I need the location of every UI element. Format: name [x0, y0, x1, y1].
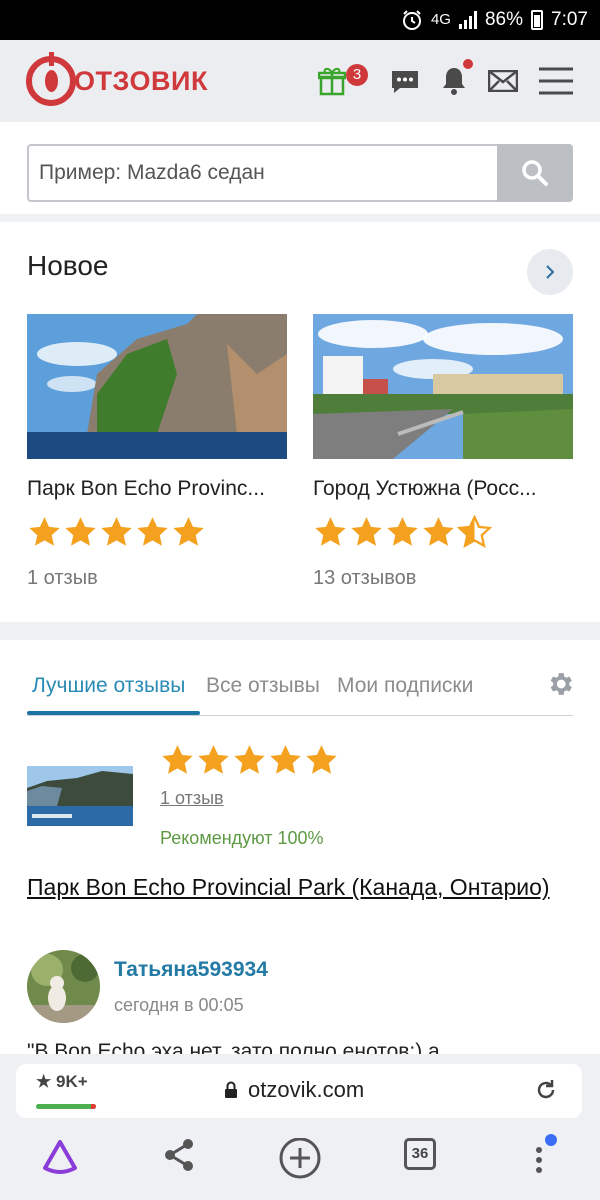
alarm-icon	[402, 10, 421, 30]
new-item-card[interactable]: Город Устюжна (Росс... 13 отзывов	[313, 314, 573, 590]
battery-percent: 86%	[484, 9, 524, 30]
tab-best-reviews[interactable]: Лучшие отзывы	[32, 674, 185, 698]
gift-badge: 3	[346, 64, 368, 86]
star-small-icon: ★	[36, 1072, 52, 1091]
search-section	[0, 122, 600, 214]
star-icon	[29, 517, 60, 546]
bell-icon[interactable]	[441, 66, 467, 96]
search-icon	[522, 160, 548, 186]
star-icon	[387, 517, 418, 546]
menu-notification-dot	[545, 1134, 557, 1146]
star-icon	[423, 517, 454, 546]
star-icon	[351, 517, 382, 546]
star-icon	[306, 745, 337, 774]
rating-stars	[313, 515, 573, 549]
star-icon	[137, 517, 168, 546]
next-button[interactable]	[527, 249, 573, 295]
review-count: 13 отзывов	[313, 567, 417, 589]
status-bar: 4G 86% 7:07	[0, 0, 600, 40]
new-tab-plus-icon[interactable]	[278, 1138, 322, 1182]
logo-mark-icon	[26, 52, 76, 106]
author-name[interactable]: Татьяна593934	[114, 958, 268, 982]
site-rating-value: 9K+	[55, 1072, 88, 1091]
product-image	[313, 314, 573, 459]
new-section: Новое Парк Bon Echo Provinc... 1 отзыв Г…	[0, 222, 600, 622]
messages-icon[interactable]	[390, 68, 420, 96]
star-icon	[270, 745, 301, 774]
reload-icon[interactable]	[534, 1078, 558, 1102]
alice-assistant-icon[interactable]	[40, 1138, 80, 1176]
browser-nav: 36	[0, 1134, 600, 1194]
review-tabs: Лучшие отзывы Все отзывы Мои подписки	[27, 670, 573, 716]
section-title: Новое	[27, 250, 109, 281]
clock: 7:07	[551, 9, 588, 30]
recommend-percent: Рекомендуют 100%	[160, 828, 324, 848]
item-name: Город Устюжна (Росс...	[313, 477, 537, 500]
address-bar[interactable]: ★ 9K+ otzovik.com	[16, 1064, 582, 1118]
tab-my-subscriptions[interactable]: Мои подписки	[337, 674, 473, 698]
lock-icon	[225, 1081, 237, 1098]
url-display[interactable]: otzovik.com	[224, 1077, 364, 1103]
share-icon[interactable]	[163, 1138, 195, 1172]
star-icon	[173, 517, 204, 546]
network-indicator: 4G	[430, 11, 451, 28]
star-icon	[101, 517, 132, 546]
review-count-link[interactable]: 1 отзыв	[160, 788, 224, 809]
review-count: 1 отзыв	[27, 567, 98, 589]
half-star-icon	[457, 515, 492, 548]
logo-text: ОТЗОВИК	[74, 65, 208, 96]
notification-dot	[463, 59, 473, 69]
rating-bar	[36, 1104, 96, 1109]
star-icon	[198, 745, 229, 774]
item-name: Парк Bon Echo Provinc...	[27, 477, 265, 500]
rating-stars	[27, 515, 287, 549]
mail-icon[interactable]	[488, 70, 518, 92]
star-icon	[315, 517, 346, 546]
browser-bottom-bar: ★ 9K+ otzovik.com 36	[0, 1054, 600, 1200]
tab-all-reviews[interactable]: Все отзывы	[206, 674, 320, 698]
signal-icon	[458, 11, 477, 29]
review-thumbnail[interactable]	[27, 766, 133, 826]
review-title-link[interactable]: Парк Bon Echo Provincial Park (Канада, О…	[27, 872, 567, 903]
search-input[interactable]	[27, 144, 498, 202]
avatar[interactable]	[27, 950, 100, 1023]
star-icon	[65, 517, 96, 546]
new-item-card[interactable]: Парк Bon Echo Provinc... 1 отзыв	[27, 314, 287, 590]
more-menu-icon[interactable]	[533, 1138, 545, 1174]
search-button[interactable]	[497, 144, 573, 202]
chevron-right-icon	[546, 265, 555, 279]
star-icon	[234, 745, 265, 774]
battery-icon	[531, 10, 544, 30]
tabs-count-button[interactable]: 36	[404, 1138, 436, 1170]
reviews-section: Лучшие отзывы Все отзывы Мои подписки 1 …	[0, 640, 600, 1063]
product-image	[27, 314, 287, 459]
domain-text: otzovik.com	[248, 1077, 365, 1102]
review-date: сегодня в 00:05	[114, 995, 244, 1015]
site-logo[interactable]: ОТЗОВИК	[26, 52, 208, 106]
review-rating-stars	[160, 743, 339, 777]
site-rating[interactable]: ★ 9K+	[36, 1072, 88, 1092]
star-icon	[162, 745, 193, 774]
hamburger-menu-icon[interactable]	[539, 67, 573, 95]
active-tab-indicator	[27, 711, 200, 715]
gear-icon[interactable]	[545, 669, 575, 699]
gift-icon[interactable]	[318, 66, 346, 96]
